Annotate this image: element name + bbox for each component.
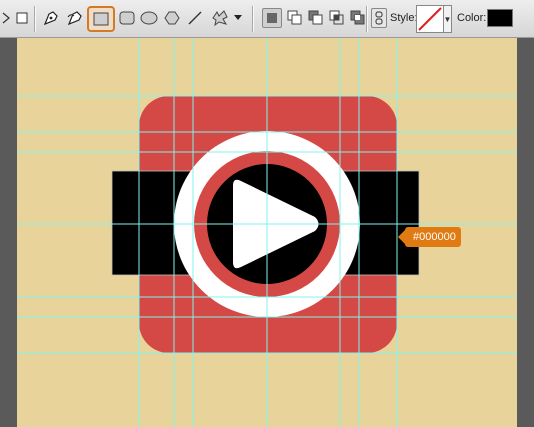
color-swatch[interactable] (487, 9, 513, 27)
color-tooltip: #000000 (398, 227, 461, 247)
no-style-icon (418, 7, 442, 31)
freeform-pen-tool-icon[interactable] (64, 8, 86, 28)
style-dropdown-arrow-icon[interactable]: ▼ (444, 5, 452, 33)
options-toolbar: Style: ▼ Color: (0, 0, 534, 38)
line-tool-icon[interactable] (185, 8, 205, 28)
new-shape-layer-icon[interactable] (262, 8, 282, 28)
ellipse-tool-icon[interactable] (139, 8, 159, 28)
canvas-area: #000000 (0, 38, 534, 427)
style-picker[interactable] (416, 5, 444, 33)
rounded-rectangle-tool-icon[interactable] (117, 8, 137, 28)
pen-tool-icon[interactable] (40, 8, 62, 28)
path-select-icon[interactable] (0, 8, 12, 28)
link-style-icon[interactable] (371, 8, 387, 28)
custom-shape-tool-icon[interactable] (208, 8, 232, 28)
rectangle-tool-icon[interactable] (87, 6, 115, 32)
toolbar-separator (34, 6, 36, 32)
shape-dropdown-arrow-icon[interactable] (232, 8, 244, 28)
subtract-from-shape-area-icon[interactable] (306, 8, 326, 28)
style-label: Style: (390, 12, 418, 24)
toolbar-separator (366, 6, 368, 32)
toolbar-separator (252, 6, 254, 32)
add-to-shape-area-icon[interactable] (285, 8, 305, 28)
tooltip-text: #000000 (413, 231, 456, 243)
polygon-tool-icon[interactable] (162, 8, 182, 28)
color-label: Color: (457, 12, 487, 24)
exclude-overlapping-shape-areas-icon[interactable] (348, 8, 368, 28)
shape-layer-icon[interactable] (14, 8, 30, 28)
intersect-shape-areas-icon[interactable] (327, 8, 347, 28)
